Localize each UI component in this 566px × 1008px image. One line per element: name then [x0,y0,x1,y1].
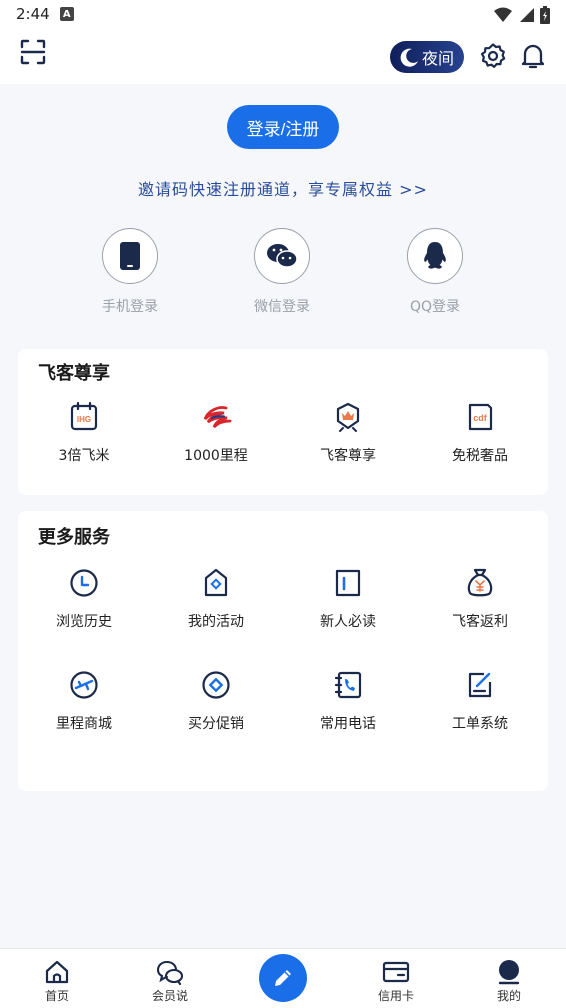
more-services-card: 更多服务 浏览历史 我的活动 新人必读 飞客返利 里程商城 买分促销 常用电话 … [18,511,548,791]
service-item-label: 飞客返利 [452,614,508,630]
login-register-button[interactable]: 登录/注册 [227,105,339,149]
scan-icon[interactable] [20,39,46,65]
signal-icon [520,8,534,22]
invite-code-link[interactable]: 邀请码快速注册通道，享专属权益 >> [0,176,566,200]
vip-card: 飞客尊享 IHG 3倍飞米 1000里程 飞客尊享 cdf 免税奢品 [18,349,548,495]
service-item-history[interactable]: 浏览历史 [18,567,150,631]
vip-item-label: 免税奢品 [452,448,508,464]
diamond-circle-icon [202,671,230,699]
qq-login-label: QQ登录 [409,299,461,315]
battery-icon [540,6,550,24]
cdf-icon-text: cdf [473,413,488,423]
wechat-login-option[interactable]: 微信登录 [227,228,337,316]
qq-login-option[interactable]: QQ登录 [380,228,490,316]
night-mode-label: 夜间 [422,49,455,68]
credit-card-icon [382,961,410,983]
tag-icon [204,568,228,597]
book-icon [335,569,361,597]
vip-item-exclusive[interactable]: 飞客尊享 [282,401,414,465]
status-time: 2:44 [16,5,50,23]
chat-bubbles-icon [156,960,184,985]
gear-icon[interactable] [480,43,506,69]
ihg-calendar-icon: IHG [70,401,98,431]
vip-item-label: 飞客尊享 [320,448,376,464]
clock-icon [70,569,98,597]
phone-login-option[interactable]: 手机登录 [75,228,185,316]
ihg-icon-text: IHG [77,415,91,424]
wechat-login-label: 微信登录 [254,299,310,315]
service-item-label: 买分促销 [188,716,244,732]
service-item-activities[interactable]: 我的活动 [150,567,282,631]
moon-icon [400,48,418,67]
phone-book-icon [334,671,362,699]
bell-icon[interactable] [520,42,546,70]
phone-login-label: 手机登录 [102,299,158,315]
wechat-icon [267,244,298,268]
nav-member-talk-label: 会员说 [151,989,188,1003]
crown-badge-icon [336,402,360,432]
wifi-icon [494,7,512,22]
vip-item-duty-free[interactable]: cdf 免税奢品 [414,401,546,465]
edit-form-icon [468,672,492,698]
service-item-label: 我的活动 [188,614,244,630]
nav-home-label: 首页 [44,989,69,1003]
status-bar: 2:44 A [0,0,566,28]
pencil-icon [275,970,291,986]
nav-member-talk[interactable]: 会员说 [130,959,210,1004]
plane-circle-icon [70,671,98,699]
phone-icon [120,242,140,270]
vip-item-label: 3倍飞米 [58,448,110,464]
nav-home[interactable]: 首页 [17,959,97,1004]
service-item-label: 常用电话 [320,716,376,732]
nav-profile[interactable]: 我的 [469,959,549,1004]
service-item-label: 浏览历史 [56,614,112,630]
service-item-newcomer-guide[interactable]: 新人必读 [282,567,414,631]
service-item-rebate[interactable]: 飞客返利 [414,567,546,631]
service-item-label: 里程商城 [56,716,112,732]
service-item-buy-points[interactable]: 买分促销 [150,669,282,733]
notification-badge: A [59,7,74,21]
service-item-ticket-system[interactable]: 工单系统 [414,669,546,733]
service-item-label: 工单系统 [452,716,508,732]
nav-credit-card-label: 信用卡 [377,989,414,1003]
money-bag-icon [467,568,493,597]
vip-item-triple-points[interactable]: IHG 3倍飞米 [18,401,150,465]
top-bar: 夜间 [0,28,566,84]
nav-profile-label: 我的 [496,989,521,1003]
vip-section-title: 飞客尊享 [38,363,110,384]
status-icons [494,6,550,24]
nav-credit-card[interactable]: 信用卡 [356,959,436,1004]
night-mode-button[interactable]: 夜间 [390,41,464,73]
vip-item-1000-miles[interactable]: 1000里程 [150,401,282,465]
china-eastern-logo-icon [203,406,232,429]
home-icon [45,960,69,984]
profile-icon [498,960,520,985]
service-item-miles-mall[interactable]: 里程商城 [18,669,150,733]
service-item-phone-book[interactable]: 常用电话 [282,669,414,733]
cdf-bag-icon: cdf [468,403,493,431]
more-section-title: 更多服务 [38,527,110,548]
qq-icon [424,242,446,269]
compose-button[interactable] [259,954,307,1002]
service-item-label: 新人必读 [320,614,376,630]
vip-item-label: 1000里程 [184,448,248,464]
